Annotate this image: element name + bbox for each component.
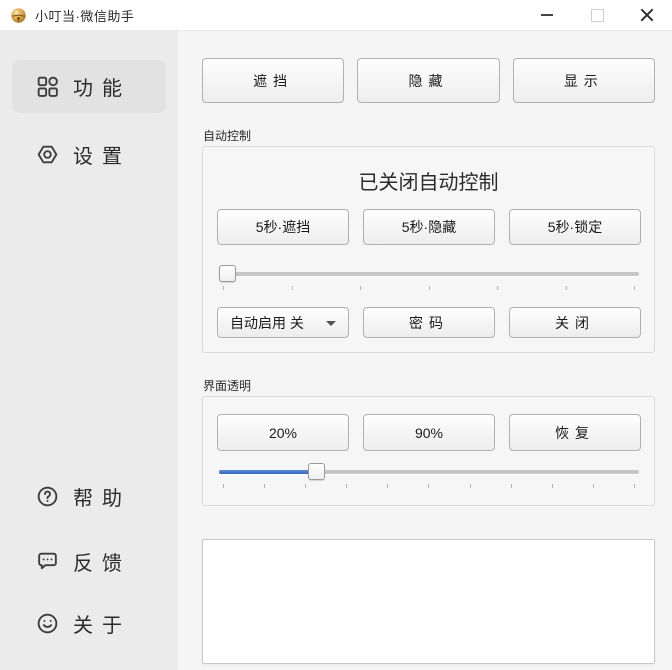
window-body: 功能 设置 帮助 xyxy=(0,31,672,670)
sidebar-item-settings[interactable]: 设置 xyxy=(12,128,166,181)
transparency-90-button[interactable]: 90% xyxy=(363,414,495,451)
tick-mark xyxy=(305,484,306,488)
window-title: 小叮当·微信助手 xyxy=(35,6,134,25)
tick-mark xyxy=(634,286,635,290)
timer-hide-button[interactable]: 5秒·隐藏 xyxy=(363,209,495,245)
close-auto-button[interactable]: 关闭 xyxy=(509,307,641,338)
tick-mark xyxy=(511,484,512,488)
hide-button[interactable]: 隐藏 xyxy=(357,58,499,103)
slider-fill xyxy=(219,470,316,474)
maximize-button[interactable] xyxy=(572,0,622,30)
tick-mark xyxy=(497,286,498,290)
password-button[interactable]: 密码 xyxy=(363,307,495,338)
nut-icon xyxy=(35,142,60,167)
sidebar: 功能 设置 帮助 xyxy=(0,31,178,670)
tick-mark xyxy=(428,484,429,488)
sidebar-item-label: 功能 xyxy=(73,72,131,101)
auto-control-bottom-row: 自动启用 关 密码 关闭 xyxy=(217,307,641,338)
auto-control-slider[interactable] xyxy=(219,265,639,282)
app-window: 小叮当·微信助手 功能 xyxy=(0,0,672,670)
tick-mark xyxy=(346,484,347,488)
question-circle-icon xyxy=(35,484,60,509)
sidebar-item-feedback[interactable]: 反馈 xyxy=(12,535,166,588)
smiley-icon xyxy=(35,611,60,636)
close-icon xyxy=(640,8,654,22)
tick-mark xyxy=(223,286,224,290)
sidebar-item-label: 帮助 xyxy=(73,482,131,511)
main-panel: 遮挡 隐藏 显示 自动控制 已关闭自动控制 5秒·遮挡 5秒·隐藏 5秒·锁定 xyxy=(178,31,672,670)
transparency-group: 20% 90% 恢复 xyxy=(202,396,655,506)
transparency-restore-button[interactable]: 恢复 xyxy=(509,414,641,451)
dropdown-value: 自动启用 关 xyxy=(230,313,304,333)
slider-thumb[interactable] xyxy=(219,265,236,282)
tick-mark xyxy=(264,484,265,488)
chat-bubble-icon xyxy=(35,549,60,574)
tick-mark xyxy=(360,286,361,290)
sidebar-item-label: 设置 xyxy=(73,140,131,169)
transparency-label: 界面透明 xyxy=(203,377,251,394)
auto-enable-dropdown[interactable]: 自动启用 关 xyxy=(217,307,349,338)
chevron-down-icon xyxy=(326,321,336,326)
tick-mark xyxy=(470,484,471,488)
maximize-icon xyxy=(591,9,604,22)
timer-button-row: 5秒·遮挡 5秒·隐藏 5秒·锁定 xyxy=(217,209,641,245)
timer-lock-button[interactable]: 5秒·锁定 xyxy=(509,209,641,245)
sidebar-item-help[interactable]: 帮助 xyxy=(12,470,166,523)
slider-ticks xyxy=(223,286,635,290)
transparency-slider[interactable] xyxy=(219,463,639,480)
auto-control-group: 已关闭自动控制 5秒·遮挡 5秒·隐藏 5秒·锁定 自动启用 关 密 xyxy=(202,146,655,353)
tick-mark xyxy=(634,484,635,488)
transparency-button-row: 20% 90% 恢复 xyxy=(217,414,641,451)
slider-track[interactable] xyxy=(219,272,639,276)
minimize-icon xyxy=(541,14,553,16)
auto-control-label: 自动控制 xyxy=(203,127,251,144)
auto-control-status: 已关闭自动控制 xyxy=(203,166,654,195)
close-button[interactable] xyxy=(622,0,672,30)
tick-mark xyxy=(552,484,553,488)
timer-cover-button[interactable]: 5秒·遮挡 xyxy=(217,209,349,245)
show-button[interactable]: 显示 xyxy=(513,58,655,103)
slider-thumb[interactable] xyxy=(308,463,325,480)
tick-mark xyxy=(292,286,293,290)
titlebar: 小叮当·微信助手 xyxy=(0,0,672,31)
gold-bell-icon xyxy=(10,7,27,24)
minimize-button[interactable] xyxy=(522,0,572,30)
tick-mark xyxy=(223,484,224,488)
sidebar-item-label: 关于 xyxy=(73,609,131,638)
tick-mark xyxy=(566,286,567,290)
grid-icon xyxy=(35,74,60,99)
window-controls xyxy=(522,0,672,30)
sidebar-item-features[interactable]: 功能 xyxy=(12,60,166,113)
tick-mark xyxy=(593,484,594,488)
tick-mark xyxy=(429,286,430,290)
tick-mark xyxy=(387,484,388,488)
sidebar-item-about[interactable]: 关于 xyxy=(12,597,166,650)
cover-button[interactable]: 遮挡 xyxy=(202,58,344,103)
slider-ticks xyxy=(223,484,635,488)
transparency-20-button[interactable]: 20% xyxy=(217,414,349,451)
sidebar-item-label: 反馈 xyxy=(73,547,131,576)
log-textarea[interactable] xyxy=(202,539,655,664)
top-button-row: 遮挡 隐藏 显示 xyxy=(202,58,655,103)
